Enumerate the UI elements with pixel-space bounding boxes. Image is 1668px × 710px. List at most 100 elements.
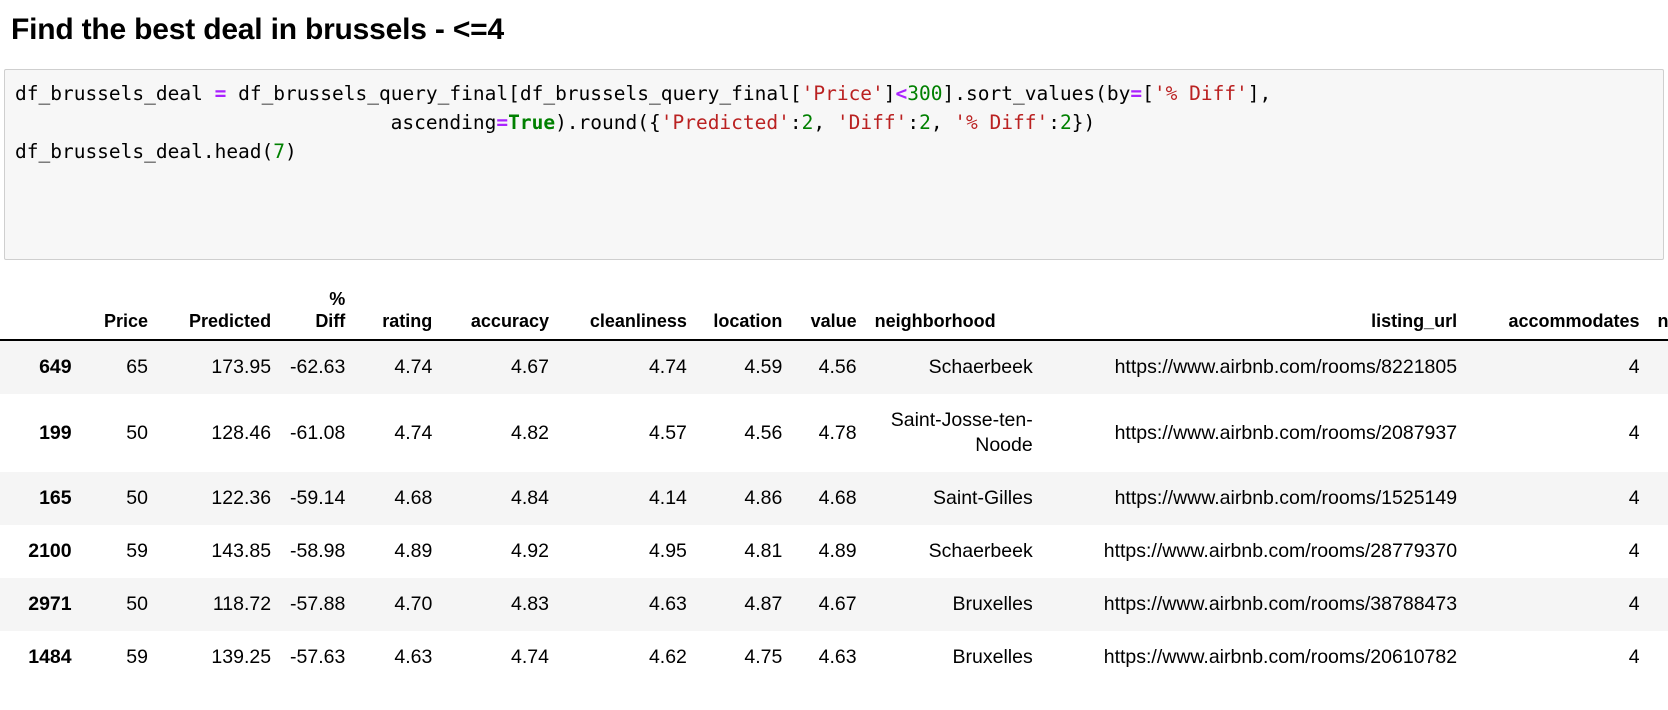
row-index: 1484 — [28, 646, 72, 668]
cell-predicted: 143.85 — [211, 540, 272, 562]
column-header-accuracy[interactable]: accuracy — [441, 288, 558, 341]
code-token: : — [789, 111, 802, 134]
code-token-string: '% Diff' — [954, 111, 1049, 134]
cell-listing-url: https://www.airbnb.com/rooms/28779370 — [1103, 540, 1458, 562]
column-header-accommodates[interactable]: accommodates — [1466, 288, 1649, 341]
code-token: df_brussels_deal — [15, 82, 215, 105]
code-token-number: 7 — [273, 140, 286, 163]
row-index: 199 — [39, 421, 72, 444]
cell-price: 59 — [126, 646, 148, 668]
column-header-listing-url[interactable]: listing_url — [1041, 288, 1467, 341]
cell-neighborhood: Saint-Gilles — [933, 487, 1033, 509]
cell-rating: 4.68 — [394, 487, 433, 509]
code-token-number: 300 — [907, 82, 943, 105]
code-token: ) — [285, 140, 297, 163]
table-row[interactable]: 199 50 128.46 -61.08 4.74 4.82 4.57 4.56… — [0, 394, 1668, 472]
code-token: ] — [883, 82, 896, 105]
cell-cleanliness: 4.63 — [648, 593, 687, 615]
code-token: ascending — [15, 111, 497, 134]
dataframe-output[interactable]: Price Predicted % Diff rating accuracy c… — [0, 288, 1668, 684]
code-input-cell[interactable]: df_brussels_deal = df_brussels_query_fin… — [4, 69, 1664, 260]
code-token-string: '% Diff' — [1153, 82, 1248, 105]
table-row[interactable]: 1484 59 139.25 -57.63 4.63 4.74 4.62 4.7… — [0, 631, 1668, 684]
column-header-predicted[interactable]: Predicted — [157, 288, 281, 341]
cell-cleanliness: 4.62 — [648, 646, 687, 668]
table-header: Price Predicted % Diff rating accuracy c… — [0, 288, 1668, 341]
cell-price: 50 — [126, 487, 148, 509]
column-header-price[interactable]: Price — [80, 288, 157, 341]
cell-location: 4.56 — [744, 421, 783, 444]
cell-rating: 4.89 — [394, 540, 433, 562]
code-token: , — [813, 111, 837, 134]
code-token: df_brussels_query_final[df_brussels_quer… — [226, 82, 802, 105]
cell-clipped — [1649, 340, 1668, 394]
cell-accommodates: 4 — [1628, 487, 1640, 509]
cell-predicted: 173.95 — [211, 356, 272, 378]
cell-listing-url: https://www.airbnb.com/rooms/38788473 — [1103, 593, 1458, 615]
code-token: , — [930, 111, 955, 134]
code-token: df_brussels_deal.head( — [15, 140, 274, 163]
column-header-cleanliness[interactable]: cleanliness — [557, 288, 696, 341]
code-token-number: 2 — [801, 111, 814, 134]
cell-predicted: 139.25 — [211, 646, 272, 668]
column-header-pct-diff[interactable]: % Diff — [280, 288, 355, 341]
python-source: df_brussels_deal = df_brussels_query_fin… — [15, 79, 1653, 166]
cell-listing-url: https://www.airbnb.com/rooms/1525149 — [1114, 487, 1458, 509]
cell-accommodates: 4 — [1628, 593, 1640, 615]
column-header-value[interactable]: value — [791, 288, 866, 341]
cell-pct-diff: -61.08 — [290, 421, 346, 444]
cell-listing-url: https://www.airbnb.com/rooms/8221805 — [1114, 356, 1458, 378]
row-index: 649 — [39, 356, 72, 378]
cell-accommodates: 4 — [1628, 421, 1640, 444]
column-header-rating[interactable]: rating — [354, 288, 442, 341]
cell-location: 4.87 — [744, 593, 783, 615]
column-header-index[interactable] — [0, 288, 81, 341]
cell-pct-diff: -57.88 — [290, 593, 346, 615]
cell-accuracy: 4.84 — [511, 487, 549, 509]
cell-value: 4.63 — [818, 646, 857, 668]
code-token: : — [1048, 111, 1060, 134]
cell-clipped — [1649, 631, 1668, 684]
cell-location: 4.75 — [744, 646, 783, 668]
cell-pct-diff: -57.63 — [290, 646, 346, 668]
cell-value: 4.89 — [818, 540, 857, 562]
cell-rating: 4.70 — [394, 593, 433, 615]
table-row[interactable]: 2100 59 143.85 -58.98 4.89 4.92 4.95 4.8… — [0, 525, 1668, 578]
column-header-clipped[interactable]: n — [1648, 288, 1668, 341]
cell-accuracy: 4.82 — [511, 421, 549, 444]
table-row[interactable]: 165 50 122.36 -59.14 4.68 4.84 4.14 4.86… — [0, 472, 1668, 525]
cell-accommodates: 4 — [1628, 540, 1640, 562]
cell-clipped — [1649, 394, 1668, 472]
code-token-operator: < — [895, 82, 908, 105]
row-index: 2100 — [28, 540, 72, 562]
code-token: ].sort_values(by — [942, 82, 1131, 105]
cell-neighborhood: Saint-Josse-ten-Noode — [890, 409, 1033, 456]
cell-clipped — [1649, 578, 1668, 631]
column-header-neighborhood[interactable]: neighborhood — [865, 288, 1042, 341]
cell-predicted: 118.72 — [212, 593, 272, 615]
table-row[interactable]: 2971 50 118.72 -57.88 4.70 4.83 4.63 4.8… — [0, 578, 1668, 631]
column-header-location[interactable]: location — [695, 288, 792, 341]
cell-pct-diff: -62.63 — [290, 356, 346, 378]
cell-neighborhood: Schaerbeek — [928, 356, 1033, 378]
code-token-number: 2 — [1059, 111, 1072, 134]
cell-predicted: 128.46 — [211, 421, 272, 444]
cell-clipped — [1649, 525, 1668, 578]
cell-neighborhood: Bruxelles — [952, 646, 1033, 668]
code-token: }) — [1071, 111, 1096, 134]
cell-price: 59 — [126, 540, 148, 562]
table-row[interactable]: 649 65 173.95 -62.63 4.74 4.67 4.74 4.59… — [0, 340, 1668, 394]
cell-clipped — [1649, 472, 1668, 525]
cell-value: 4.68 — [818, 487, 857, 509]
cell-value: 4.56 — [818, 356, 857, 378]
cell-accuracy: 4.74 — [511, 646, 549, 668]
cell-cleanliness: 4.57 — [648, 421, 687, 444]
cell-listing-url: https://www.airbnb.com/rooms/2087937 — [1114, 421, 1458, 444]
cell-accommodates: 4 — [1628, 646, 1640, 668]
code-token-operator: = — [496, 111, 509, 134]
code-token: [ — [1142, 82, 1154, 105]
code-token: ], — [1247, 82, 1272, 105]
cell-predicted: 122.36 — [211, 487, 272, 509]
cell-value: 4.78 — [818, 421, 857, 444]
code-token-operator: = — [214, 82, 227, 105]
